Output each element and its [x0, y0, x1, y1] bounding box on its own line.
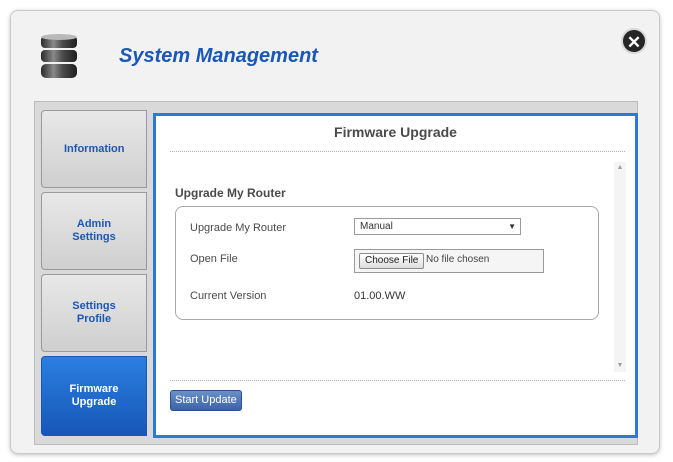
content-panel: Firmware Upgrade ▲ ▼ Upgrade My Router U…: [153, 113, 638, 438]
tab-firmware-upgrade[interactable]: Firmware Upgrade: [41, 356, 147, 436]
upgrade-mode-value: Manual: [360, 221, 393, 232]
tab-label: Firmware Upgrade: [69, 383, 119, 408]
upgrade-mode-label: Upgrade My Router: [190, 222, 286, 234]
tab-settings-profile[interactable]: Settings Profile: [41, 274, 147, 352]
upgrade-mode-select[interactable]: Manual ▼: [354, 218, 521, 235]
file-status: No file chosen: [426, 254, 490, 265]
start-update-button[interactable]: Start Update: [170, 390, 242, 411]
close-icon: ✕: [626, 33, 642, 52]
current-version-value: 01.00.WW: [354, 290, 406, 302]
current-version-label: Current Version: [190, 290, 267, 302]
chevron-down-icon: ▼: [508, 222, 516, 231]
file-input[interactable]: Choose File No file chosen: [354, 249, 544, 273]
scrollbar[interactable]: ▲ ▼: [614, 162, 626, 372]
dialog-body: Information Admin Settings Settings Prof…: [34, 101, 638, 445]
open-file-label: Open File: [190, 253, 238, 265]
scroll-up-icon[interactable]: ▲: [614, 162, 626, 174]
tab-label: Admin Settings: [72, 218, 116, 243]
database-icon: [41, 34, 77, 78]
section-title: Upgrade My Router: [175, 186, 286, 200]
upgrade-form: Upgrade My Router Manual ▼ Open File Cho…: [175, 206, 599, 320]
dialog-header: System Management ✕: [11, 11, 659, 106]
close-button[interactable]: ✕: [621, 28, 647, 54]
dialog-title: System Management: [119, 45, 318, 67]
choose-file-button[interactable]: Choose File: [359, 253, 425, 269]
side-tabs: Information Admin Settings Settings Prof…: [41, 110, 149, 440]
system-management-dialog: System Management ✕ Information Admin Se…: [10, 10, 660, 454]
scroll-down-icon[interactable]: ▼: [614, 360, 626, 372]
tab-label: Information: [64, 142, 125, 155]
tab-label: Settings Profile: [72, 300, 116, 325]
content-title: Firmware Upgrade: [334, 124, 457, 140]
tab-information[interactable]: Information: [41, 110, 147, 188]
divider: [170, 380, 625, 381]
tab-admin-settings[interactable]: Admin Settings: [41, 192, 147, 270]
divider: [170, 151, 625, 152]
